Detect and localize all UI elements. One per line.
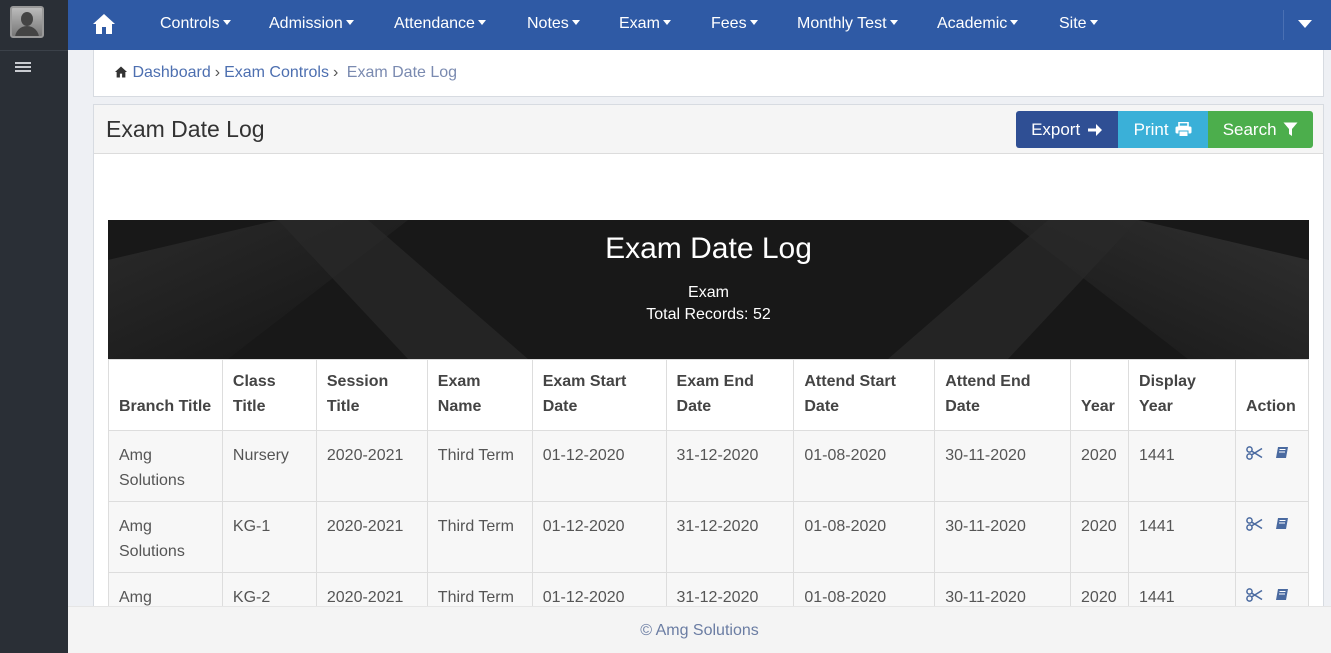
col-exam-start-date: Exam Start Date <box>531 359 667 431</box>
banner-title: Exam Date Log <box>605 232 812 265</box>
nav-fees[interactable]: Fees <box>711 0 758 50</box>
top-nav: Controls Admission Attendance Notes Exam… <box>68 0 1331 50</box>
panel-header: Exam Date Log Export Print Search <box>94 105 1323 154</box>
printer-icon <box>1175 121 1192 137</box>
cell-attend-end: 30-11-2020 <box>934 501 1072 573</box>
report-banner: Exam Date Log Exam Total Records: 52 <box>108 220 1309 359</box>
breadcrumb-dashboard[interactable]: Dashboard <box>132 64 210 81</box>
cell-session: 2020-2021 <box>315 430 428 502</box>
cell-attend-start: 01-08-2020 <box>793 430 936 502</box>
export-button[interactable]: Export <box>1016 111 1118 148</box>
nav-site[interactable]: Site <box>1059 0 1098 50</box>
caret-down-icon <box>749 20 758 25</box>
nav-attendance[interactable]: Attendance <box>394 0 486 50</box>
caret-down-icon <box>222 20 231 25</box>
footer-copyright: © Amg Solutions <box>640 622 759 639</box>
scissors-icon[interactable] <box>1246 514 1263 539</box>
col-class-title: Class Title <box>221 359 317 431</box>
cell-action <box>1234 430 1310 502</box>
page-title: Exam Date Log <box>106 116 265 142</box>
cell-year: 2020 <box>1070 430 1130 502</box>
scissors-icon[interactable] <box>1246 443 1263 468</box>
breadcrumb-separator: › <box>214 64 221 81</box>
caret-down-icon <box>662 20 671 25</box>
book-icon[interactable] <box>1275 443 1289 468</box>
avatar[interactable] <box>10 6 44 38</box>
filter-icon <box>1283 122 1298 136</box>
search-button[interactable]: Search <box>1208 111 1313 148</box>
cell-exam-start: 01-12-2020 <box>531 430 667 502</box>
cell-class: Nursery <box>221 430 317 502</box>
nav-controls[interactable]: Controls <box>160 0 231 50</box>
nav-admission[interactable]: Admission <box>269 0 354 50</box>
menu-list-icon[interactable] <box>15 62 31 74</box>
cell-display-year: 1441 <box>1128 430 1236 502</box>
footer: © Amg Solutions <box>68 606 1331 653</box>
book-icon[interactable] <box>1275 514 1289 539</box>
total-records: Total Records: 52 <box>646 306 771 323</box>
col-action: Action <box>1234 359 1310 431</box>
col-display-year: Display Year <box>1128 359 1236 431</box>
table-row: Amg Solutions KG-1 2020-2021 Third Term … <box>108 501 1310 573</box>
nav-divider <box>1283 10 1284 40</box>
search-label: Search <box>1222 120 1277 139</box>
table-row: Amg Solutions Nursery 2020-2021 Third Te… <box>108 430 1310 502</box>
exam-date-table: Branch Title Class Title Session Title E… <box>108 359 1310 644</box>
breadcrumb: Dashboard › Exam Controls › Exam Date Log <box>93 50 1324 97</box>
caret-down-icon <box>571 20 580 25</box>
cell-exam-name: Third Term <box>426 430 533 502</box>
cell-year: 2020 <box>1070 501 1130 573</box>
cell-exam-name: Third Term <box>426 501 533 573</box>
sidebar-divider <box>0 50 68 51</box>
caret-down-icon <box>1089 20 1098 25</box>
cell-exam-end: 31-12-2020 <box>665 430 795 502</box>
print-button[interactable]: Print <box>1118 111 1208 148</box>
cell-branch: Amg Solutions <box>108 501 223 573</box>
breadcrumb-exam-controls[interactable]: Exam Controls <box>224 64 329 81</box>
breadcrumb-current: Exam Date Log <box>346 64 458 81</box>
home-icon <box>115 66 127 78</box>
cell-attend-end: 30-11-2020 <box>934 430 1072 502</box>
cell-exam-start: 01-12-2020 <box>531 501 667 573</box>
breadcrumb-separator: › <box>332 64 339 81</box>
cell-branch: Amg Solutions <box>108 430 223 502</box>
caret-down-icon <box>345 20 354 25</box>
caret-down-icon <box>889 20 898 25</box>
caret-down-icon <box>477 20 486 25</box>
cell-session: 2020-2021 <box>315 501 428 573</box>
caret-down-icon <box>1010 20 1019 25</box>
table-header-row: Branch Title Class Title Session Title E… <box>108 359 1310 431</box>
cell-action <box>1234 501 1310 573</box>
print-label: Print <box>1133 120 1169 139</box>
col-branch-title: Branch Title <box>108 359 223 431</box>
col-attend-end-date: Attend End Date <box>934 359 1072 431</box>
export-label: Export <box>1031 120 1081 139</box>
home-icon[interactable] <box>92 13 116 35</box>
nav-notes[interactable]: Notes <box>527 0 580 50</box>
user-dropdown-icon[interactable] <box>1298 20 1312 28</box>
cell-class: KG-1 <box>221 501 317 573</box>
nav-exam[interactable]: Exam <box>619 0 671 50</box>
cell-attend-start: 01-08-2020 <box>793 501 936 573</box>
nav-monthly-test[interactable]: Monthly Test <box>797 0 898 50</box>
main-panel: Exam Date Log Export Print Search Exam D… <box>93 104 1324 644</box>
arrow-right-icon <box>1087 124 1102 136</box>
col-exam-end-date: Exam End Date <box>665 359 795 431</box>
cell-display-year: 1441 <box>1128 501 1236 573</box>
col-exam-name: Exam Name <box>426 359 533 431</box>
banner-subtitle: Exam <box>688 284 729 301</box>
cell-exam-end: 31-12-2020 <box>665 501 795 573</box>
col-attend-start-date: Attend Start Date <box>793 359 936 431</box>
col-year: Year <box>1070 359 1130 431</box>
nav-academic[interactable]: Academic <box>937 0 1019 50</box>
sidebar <box>0 0 68 653</box>
col-session-title: Session Title <box>315 359 428 431</box>
